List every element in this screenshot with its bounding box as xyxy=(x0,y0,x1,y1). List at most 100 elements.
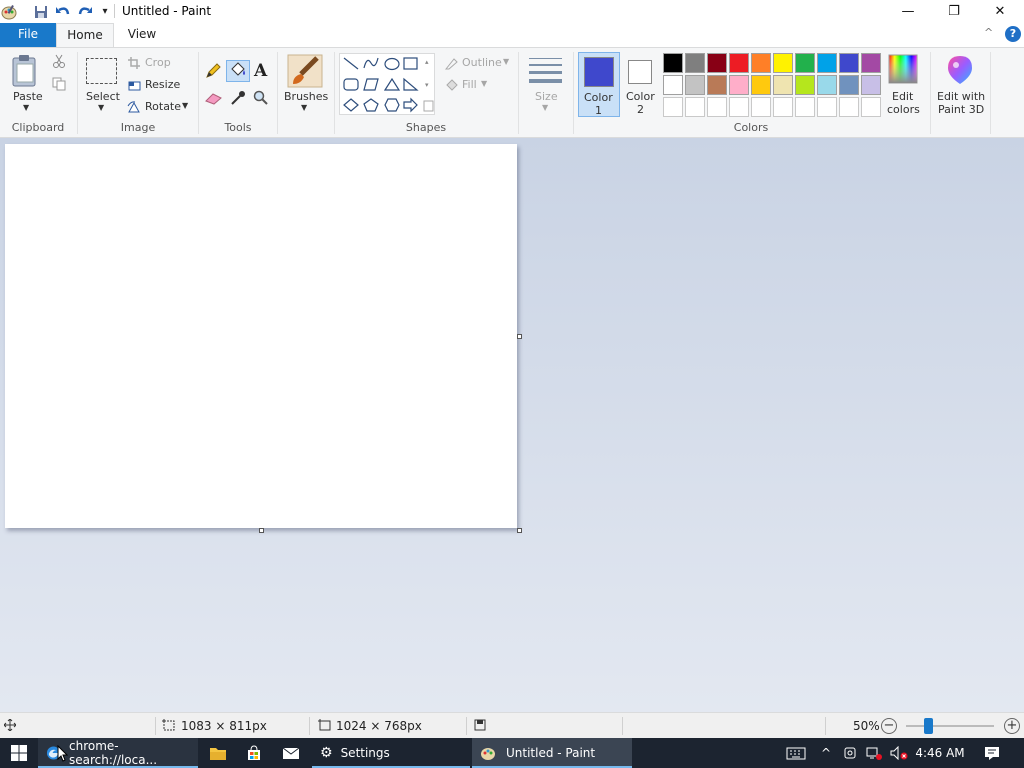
color-picker-icon[interactable] xyxy=(230,90,246,109)
pencil-icon[interactable] xyxy=(205,63,221,82)
select-dropdown-icon[interactable]: ▼ xyxy=(98,103,104,112)
collapse-ribbon-icon[interactable]: ^ xyxy=(984,26,993,39)
custom-color-slot[interactable] xyxy=(751,97,771,117)
palette-swatch[interactable] xyxy=(817,75,837,95)
volume-muted-icon[interactable] xyxy=(887,738,911,768)
save-icon[interactable] xyxy=(32,3,50,20)
close-button[interactable]: ✕ xyxy=(977,0,1023,23)
size-icon[interactable] xyxy=(529,56,562,87)
taskbar-settings-item[interactable]: ⚙ Settings xyxy=(312,738,470,768)
tab-view[interactable]: View xyxy=(114,23,170,47)
network-icon[interactable] xyxy=(863,738,885,768)
brushes-label[interactable]: Brushes xyxy=(284,90,328,103)
palette-swatch[interactable] xyxy=(663,75,683,95)
text-tool-icon[interactable]: A xyxy=(254,61,267,81)
restore-button[interactable]: ❐ xyxy=(931,0,977,23)
minimize-button[interactable]: — xyxy=(885,0,931,23)
outline-button[interactable]: Outline xyxy=(462,56,502,69)
palette-swatch[interactable] xyxy=(861,75,881,95)
palette-swatch[interactable] xyxy=(707,75,727,95)
paste-label[interactable]: Paste xyxy=(13,90,43,103)
paint-3d-line1[interactable]: Edit with xyxy=(937,90,985,103)
fill-with-color-icon[interactable] xyxy=(226,60,250,82)
undo-icon[interactable] xyxy=(54,3,72,20)
magnifier-icon[interactable] xyxy=(253,90,269,109)
clock[interactable]: 4:46 AM xyxy=(912,738,968,768)
custom-color-slot[interactable] xyxy=(817,97,837,117)
palette-swatch[interactable] xyxy=(839,53,859,73)
custom-color-slot[interactable] xyxy=(795,97,815,117)
rotate-dropdown-icon[interactable]: ▼ xyxy=(182,101,188,110)
store-icon[interactable] xyxy=(238,738,270,768)
palette-swatch[interactable] xyxy=(663,53,683,73)
action-center-icon[interactable] xyxy=(978,738,1006,768)
brushes-dropdown-icon[interactable]: ▼ xyxy=(301,103,307,112)
palette-swatch[interactable] xyxy=(751,53,771,73)
palette-swatch[interactable] xyxy=(773,53,793,73)
canvas-resize-handle-bottom[interactable] xyxy=(259,528,264,533)
outline-dropdown-icon[interactable]: ▼ xyxy=(503,57,509,66)
paste-dropdown-icon[interactable]: ▼ xyxy=(23,103,29,112)
copy-icon[interactable] xyxy=(52,77,66,94)
edit-colors-line1[interactable]: Edit xyxy=(892,90,913,103)
paste-icon[interactable] xyxy=(10,54,42,91)
palette-swatch[interactable] xyxy=(795,53,815,73)
palette-swatch[interactable] xyxy=(751,75,771,95)
show-hidden-icons[interactable]: ^ xyxy=(816,738,836,768)
custom-color-slot[interactable] xyxy=(773,97,793,117)
custom-color-slot[interactable] xyxy=(839,97,859,117)
color1-button[interactable]: Color 1 xyxy=(578,52,620,117)
fill-button[interactable]: Fill xyxy=(462,78,477,91)
canvas-resize-handle-right[interactable] xyxy=(517,334,522,339)
zoom-slider-track[interactable] xyxy=(906,725,994,727)
palette-swatch[interactable] xyxy=(839,75,859,95)
mail-icon[interactable] xyxy=(275,738,307,768)
tab-file[interactable]: File xyxy=(0,23,56,47)
zoom-slider-thumb[interactable] xyxy=(923,718,933,734)
color2-button[interactable]: Color 2 xyxy=(620,52,662,117)
palette-swatch[interactable] xyxy=(861,53,881,73)
palette-swatch[interactable] xyxy=(817,53,837,73)
resize-button[interactable]: Resize xyxy=(145,78,180,91)
eraser-icon[interactable] xyxy=(205,92,222,108)
taskbar-chrome-item[interactable]: chrome-search://loca... xyxy=(38,738,198,768)
edit-colors-icon[interactable] xyxy=(888,54,918,87)
palette-swatch[interactable] xyxy=(795,75,815,95)
palette-swatch[interactable] xyxy=(729,53,749,73)
edit-colors-line2[interactable]: colors xyxy=(887,103,920,116)
custom-color-slot[interactable] xyxy=(861,97,881,117)
palette-swatch[interactable] xyxy=(685,75,705,95)
help-icon[interactable]: ? xyxy=(1005,26,1021,42)
cut-icon[interactable] xyxy=(52,54,66,71)
custom-color-slot[interactable] xyxy=(685,97,705,117)
palette-swatch[interactable] xyxy=(685,53,705,73)
tab-home[interactable]: Home xyxy=(56,23,114,48)
canvas-resize-handle-corner[interactable] xyxy=(517,528,522,533)
start-button[interactable] xyxy=(0,738,38,768)
fill-dropdown-icon[interactable]: ▼ xyxy=(481,79,487,88)
meet-now-icon[interactable] xyxy=(840,738,860,768)
paint-3d-line2[interactable]: Paint 3D xyxy=(938,103,984,116)
size-label[interactable]: Size xyxy=(535,90,558,103)
file-explorer-icon[interactable] xyxy=(202,738,234,768)
taskbar-paint-item[interactable]: Untitled - Paint xyxy=(472,738,632,768)
size-dropdown-icon[interactable]: ▼ xyxy=(542,103,548,112)
customize-quick-access-icon[interactable]: ▾ xyxy=(96,3,114,20)
crop-button[interactable]: Crop xyxy=(145,56,171,69)
drawing-canvas[interactable] xyxy=(5,144,517,528)
paint-app-icon[interactable] xyxy=(0,3,18,20)
paint-3d-icon[interactable] xyxy=(945,54,975,89)
custom-color-slot[interactable] xyxy=(663,97,683,117)
zoom-in-button[interactable]: + xyxy=(1004,718,1020,734)
rotate-button[interactable]: Rotate xyxy=(145,100,181,113)
keyboard-icon[interactable] xyxy=(782,738,810,768)
zoom-out-button[interactable]: − xyxy=(881,718,897,734)
select-icon[interactable] xyxy=(86,58,117,84)
select-label[interactable]: Select xyxy=(86,90,120,103)
palette-swatch[interactable] xyxy=(707,53,727,73)
custom-color-slot[interactable] xyxy=(707,97,727,117)
shapes-gallery[interactable]: ▴ ▾ xyxy=(339,53,435,115)
palette-swatch[interactable] xyxy=(773,75,793,95)
palette-swatch[interactable] xyxy=(729,75,749,95)
brushes-icon[interactable] xyxy=(287,54,323,91)
